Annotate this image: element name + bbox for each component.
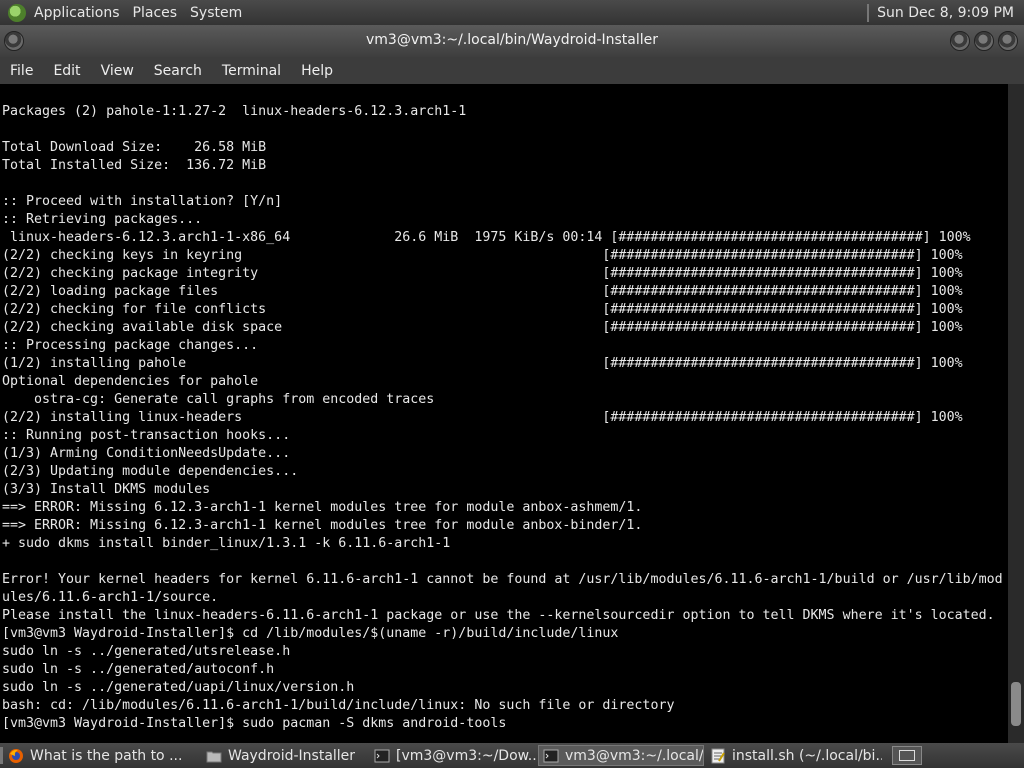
taskbar-handle [0,747,3,764]
terminal-line: sudo ln -s ../generated/utsrelease.h [2,644,291,659]
terminal-line: bash: cd: /lib/modules/6.11.6-arch1-1/bu… [2,698,675,713]
terminal-line: :: Processing package changes... [2,338,259,353]
task-file-manager[interactable]: Waydroid-Installer [202,745,368,766]
applications-menu[interactable]: Applications [30,5,129,21]
terminal-line: (3/3) Install DKMS modules [2,482,211,497]
terminal-line: :: Proceed with installation? [Y/n] [2,194,283,209]
terminal-line: Packages (2) pahole-1:1.27-2 linux-heade… [2,104,467,119]
minimize-button[interactable] [950,31,970,51]
window-titlebar[interactable]: vm3@vm3:~/.local/bin/Waydroid-Installer [0,25,1024,57]
task-text-editor[interactable]: install.sh (~/.local/bi... [706,745,882,766]
terminal-icon [374,749,390,762]
menu-help[interactable]: Help [291,63,343,79]
terminal-line: [vm3@vm3 Waydroid-Installer]$ sudo pacma… [2,716,507,731]
task-label: Waydroid-Installer [228,747,356,764]
menu-view[interactable]: View [91,63,144,79]
terminal-line: (2/2) loading package files [###########… [2,284,963,299]
task-terminal-active[interactable]: vm3@vm3:~/.local/... [538,745,704,766]
top-panel: Applications Places System Sun Dec 8, 9:… [0,0,1024,25]
places-menu[interactable]: Places [129,5,187,21]
menu-file[interactable]: File [0,63,43,79]
terminal-text: Packages (2) pahole-1:1.27-2 linux-heade… [0,84,1008,733]
terminal-line: (2/2) checking for file conflicts [#####… [2,302,963,317]
terminal-line: (2/3) Updating module dependencies... [2,464,299,479]
task-label: vm3@vm3:~/.local/... [565,747,704,764]
terminal-line: :: Retrieving packages... [2,212,203,227]
panel-separator [867,3,870,22]
close-button[interactable] [998,31,1018,51]
terminal-line: Error! Your kernel headers for kernel 6.… [2,572,1003,587]
terminal-line: Please install the linux-headers-6.11.6-… [2,608,995,623]
terminal-line: sudo ln -s ../generated/autoconf.h [2,662,275,677]
terminal-line: [vm3@vm3 Waydroid-Installer]$ cd /lib/mo… [2,626,619,641]
menu-edit[interactable]: Edit [43,63,90,79]
terminal-line: + sudo dkms install binder_linux/1.3.1 -… [2,536,451,551]
clock[interactable]: Sun Dec 8, 9:09 PM [877,5,1024,21]
terminal-line: ==> ERROR: Missing 6.12.3-arch1-1 kernel… [2,518,643,533]
terminal-line: (2/2) installing linux-headers [########… [2,410,963,425]
distro-logo-icon[interactable] [8,3,26,22]
task-label: What is the path to ... [30,747,183,764]
task-firefox[interactable]: What is the path to ... [4,745,200,766]
maximize-button[interactable] [974,31,994,51]
bottom-taskbar: What is the path to ... Waydroid-Install… [0,743,1024,768]
terminal-output-area[interactable]: Packages (2) pahole-1:1.27-2 linux-heade… [0,84,1008,743]
desktop-icon [899,750,915,761]
terminal-line: (1/2) installing pahole [###############… [2,356,963,371]
terminal-line: ==> ERROR: Missing 6.12.3-arch1-1 kernel… [2,500,643,515]
terminal-line: Total Download Size: 26.58 MiB [2,140,267,155]
scrollbar-thumb[interactable] [1011,682,1021,726]
menu-terminal[interactable]: Terminal [212,63,291,79]
terminal-line: :: Running post-transaction hooks... [2,428,291,443]
terminal-menubar: File Edit View Search Terminal Help [0,57,1024,84]
terminal-line: (2/2) checking available disk space [###… [2,320,963,335]
terminal-line: Total Installed Size: 136.72 MiB [2,158,267,173]
task-terminal-downloads[interactable]: [vm3@vm3:~/Dow... [370,745,536,766]
terminal-line: linux-headers-6.12.3.arch1-1-x86_64 26.6… [10,230,971,245]
terminal-line: (2/2) checking keys in keyring [########… [2,248,963,263]
folder-icon [206,751,222,762]
terminal-line: (1/3) Arming ConditionNeedsUpdate... [2,446,291,461]
menu-search[interactable]: Search [144,63,212,79]
terminal-line: ostra-cg: Generate call graphs from enco… [34,392,435,407]
text-editor-icon [711,748,725,763]
task-label: install.sh (~/.local/bi... [732,747,882,764]
show-desktop-button[interactable] [892,746,922,765]
terminal-line: Optional dependencies for pahole [2,374,259,389]
terminal-scrollbar[interactable] [1008,84,1024,743]
terminal-line: ules/6.11.6-arch1-1/source. [2,590,219,605]
terminal-icon [543,749,559,762]
terminal-line: sudo ln -s ../generated/uapi/linux/versi… [2,680,355,695]
firefox-icon [9,748,23,763]
task-label: [vm3@vm3:~/Dow... [396,747,536,764]
window-title: vm3@vm3:~/.local/bin/Waydroid-Installer [365,32,659,48]
terminal-line: (2/2) checking package integrity [######… [2,266,963,281]
system-menu[interactable]: System [186,5,251,21]
